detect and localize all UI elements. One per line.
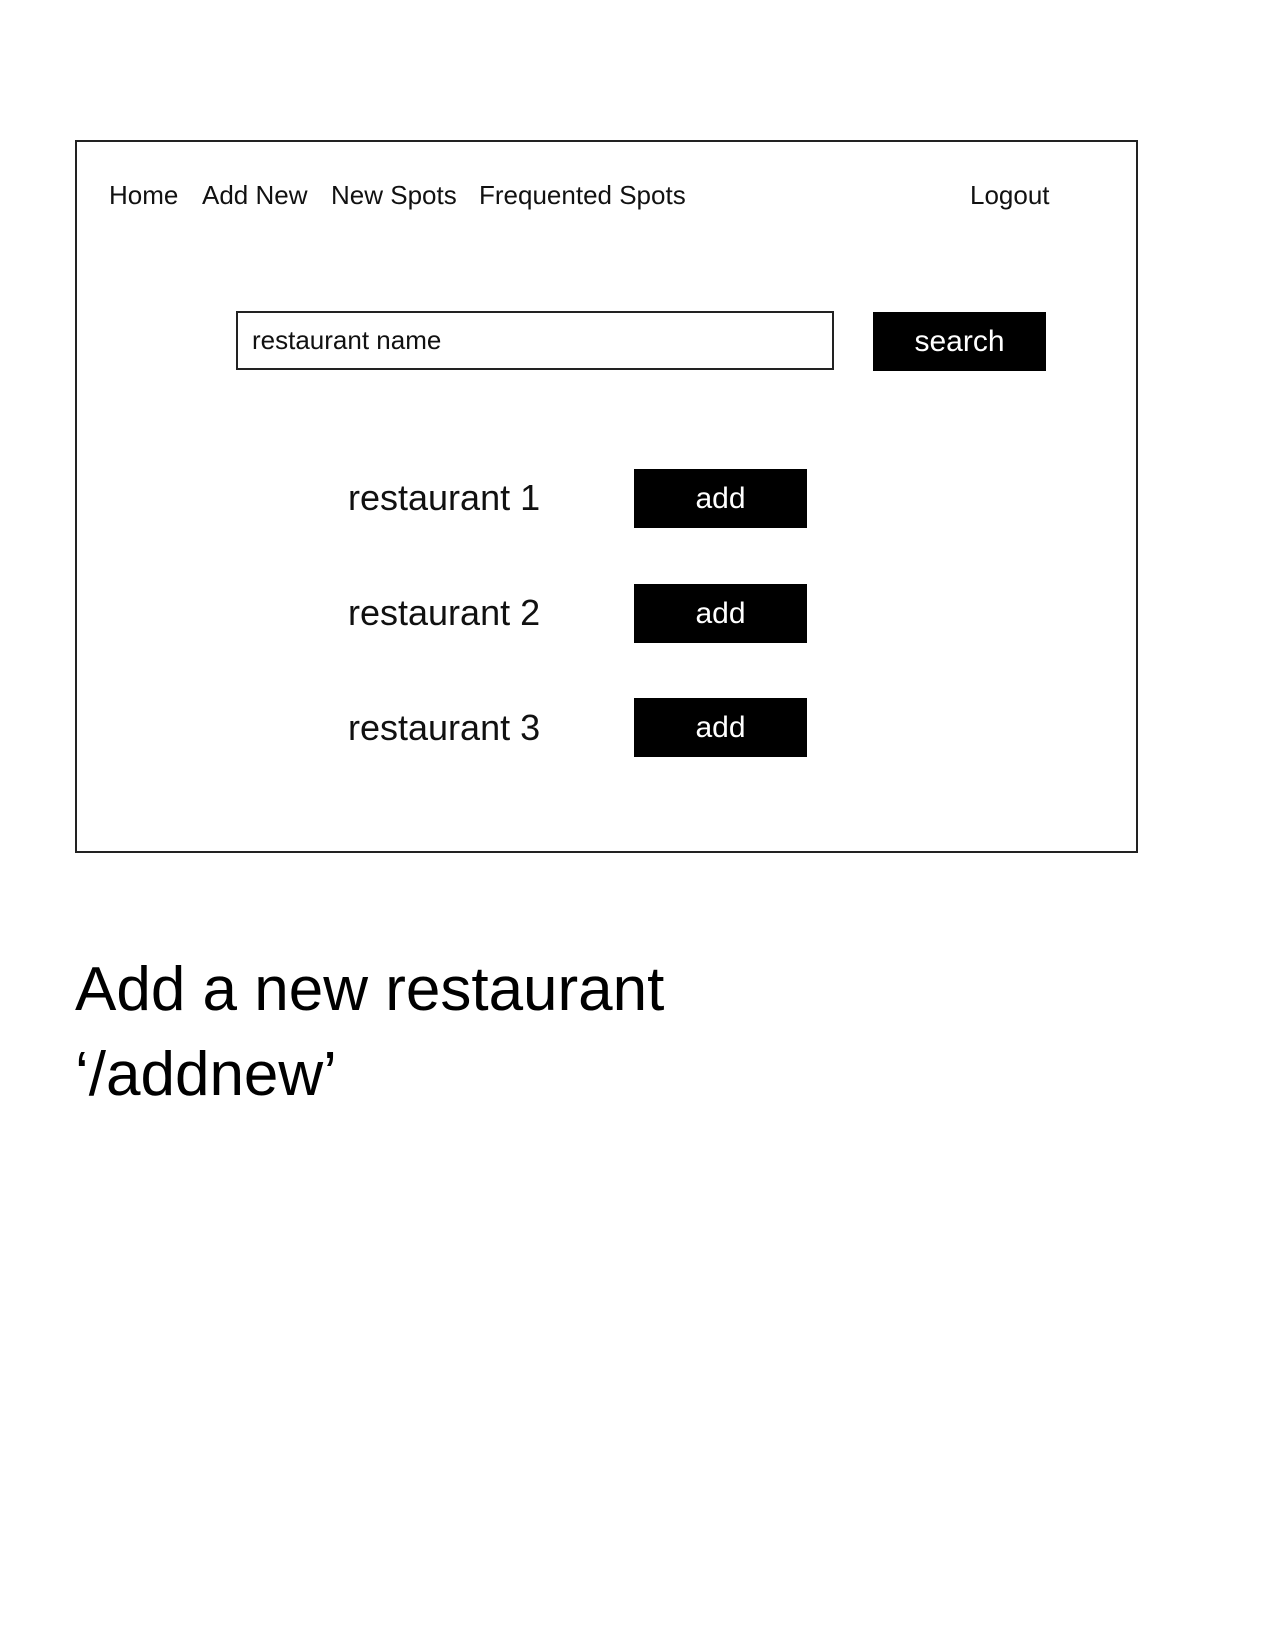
wireframe-frame (75, 140, 1138, 853)
logout-link[interactable]: Logout (970, 178, 1050, 212)
nav-add-new-link[interactable]: Add New (202, 178, 308, 212)
result-name: restaurant 3 (348, 707, 541, 748)
search-button[interactable]: search (873, 312, 1046, 371)
add-restaurant-button[interactable]: add (634, 469, 807, 528)
result-name: restaurant 1 (348, 477, 541, 518)
add-restaurant-button[interactable]: add (634, 584, 807, 643)
restaurant-search-input[interactable] (236, 311, 834, 370)
page-caption-title: Add a new restaurant (75, 955, 665, 1024)
nav-frequented-spots-link[interactable]: Frequented Spots (479, 178, 686, 212)
result-name: restaurant 2 (348, 592, 541, 633)
nav-new-spots-link[interactable]: New Spots (331, 178, 457, 212)
add-restaurant-button[interactable]: add (634, 698, 807, 757)
page-caption-route: ‘/addnew’ (75, 1040, 337, 1109)
nav-home-link[interactable]: Home (109, 178, 178, 212)
